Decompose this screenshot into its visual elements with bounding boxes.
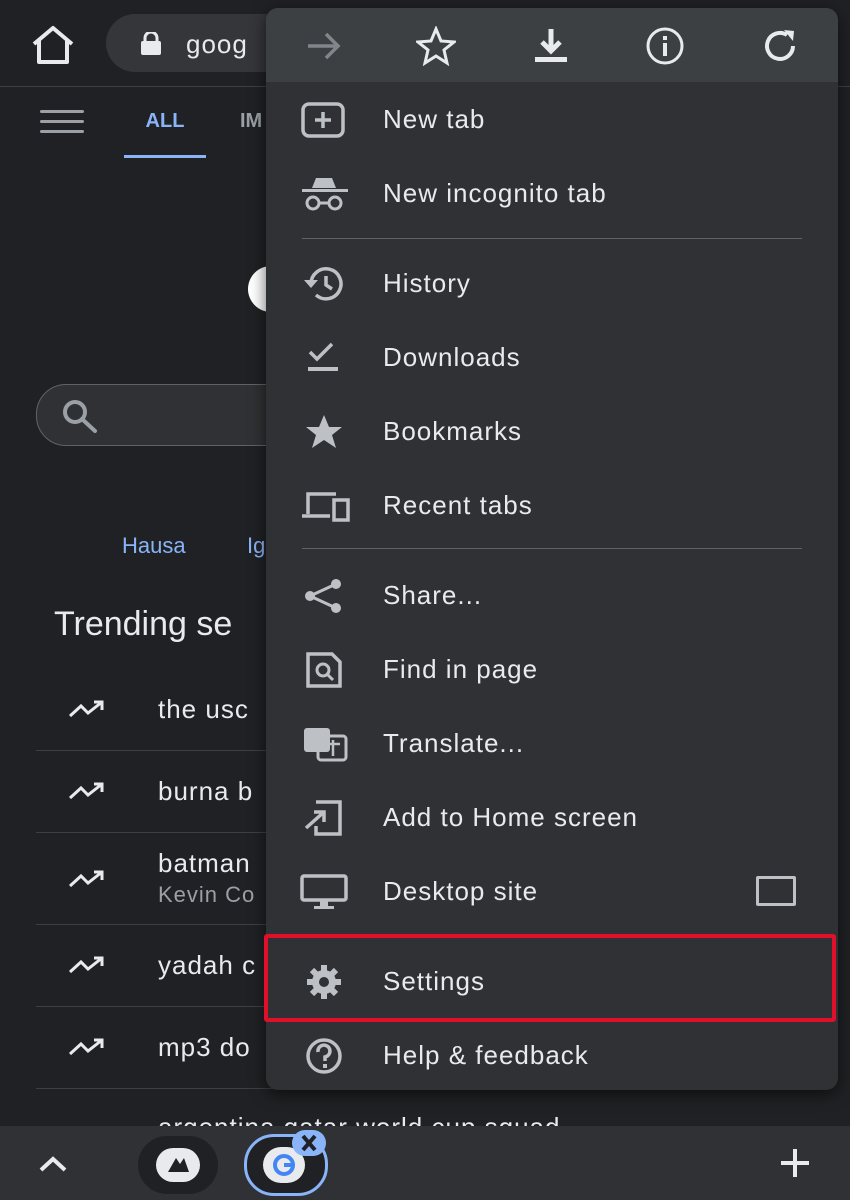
tab-thumbnail[interactable] bbox=[138, 1136, 218, 1194]
refresh-icon[interactable] bbox=[760, 26, 800, 66]
language-link-hausa[interactable]: Hausa bbox=[122, 533, 186, 559]
menu-item-desktop-site[interactable]: Desktop site bbox=[266, 854, 838, 928]
new-tab-icon bbox=[301, 102, 345, 138]
trend-subtext: Kevin Co bbox=[158, 882, 256, 907]
new-tab-plus-icon[interactable] bbox=[778, 1146, 812, 1180]
desktop-icon bbox=[300, 874, 348, 909]
hamburger-menu-icon[interactable] bbox=[40, 110, 84, 136]
translate-icon bbox=[304, 728, 348, 762]
menu-item-history[interactable]: History bbox=[266, 246, 838, 320]
lock-icon bbox=[138, 30, 164, 55]
devices-icon bbox=[302, 492, 350, 522]
bookmark-star-icon[interactable] bbox=[414, 25, 458, 67]
menu-item-label: New incognito tab bbox=[383, 178, 607, 208]
menu-item-label: New tab bbox=[383, 104, 486, 134]
url-text: goog bbox=[186, 29, 248, 59]
find-in-page-icon bbox=[306, 652, 342, 688]
forward-icon[interactable] bbox=[304, 26, 344, 66]
trending-title: Trending se bbox=[54, 605, 233, 643]
settings-highlight-box bbox=[264, 934, 836, 1022]
menu-item-add-to-home-screen[interactable]: Add to Home screen bbox=[266, 780, 838, 854]
downloads-icon bbox=[308, 342, 338, 371]
search-icon bbox=[63, 400, 97, 433]
trending-icon bbox=[68, 700, 104, 718]
menu-item-new-tab[interactable]: New tab bbox=[266, 82, 838, 156]
trending-icon bbox=[68, 870, 104, 888]
help-icon bbox=[306, 1038, 342, 1074]
tab-all-indicator bbox=[124, 155, 206, 158]
trending-icon bbox=[68, 1038, 104, 1056]
menu-item-label: Add to Home screen bbox=[383, 802, 639, 832]
menu-item-label: Downloads bbox=[383, 342, 521, 372]
star-icon bbox=[306, 415, 342, 448]
menu-item-recent-tabs[interactable]: Recent tabs bbox=[266, 468, 838, 542]
menu-item-label: Help & feedback bbox=[383, 1040, 589, 1070]
menu-item-label: Bookmarks bbox=[383, 416, 523, 446]
incognito-icon bbox=[302, 178, 348, 211]
download-icon[interactable] bbox=[531, 26, 571, 66]
trending-icon bbox=[68, 956, 104, 974]
menu-item-label: Find in page bbox=[383, 654, 539, 684]
add-to-home-icon bbox=[304, 800, 342, 836]
menu-item-share[interactable]: Share... bbox=[266, 558, 838, 632]
menu-item-find-in-page[interactable]: Find in page bbox=[266, 632, 838, 706]
menu-item-translate[interactable]: Translate... bbox=[266, 706, 838, 780]
home-icon[interactable] bbox=[28, 24, 78, 68]
trend-text: the usc bbox=[158, 694, 249, 724]
trend-text: burna b bbox=[158, 776, 254, 806]
menu-item-label: Share... bbox=[383, 580, 483, 610]
tab-all[interactable]: ALL bbox=[124, 110, 206, 133]
menu-item-label: Desktop site bbox=[383, 876, 539, 906]
language-link-igbo[interactable]: Ig bbox=[247, 533, 265, 559]
menu-divider bbox=[302, 238, 802, 239]
menu-item-new-incognito-tab[interactable]: New incognito tab bbox=[266, 156, 838, 230]
trending-icon bbox=[68, 782, 104, 800]
menu-item-bookmarks[interactable]: Bookmarks bbox=[266, 394, 838, 468]
trend-text: batman bbox=[158, 848, 251, 878]
tab-images[interactable]: IM bbox=[240, 110, 262, 133]
menu-item-label: Recent tabs bbox=[383, 490, 533, 520]
site-icon bbox=[156, 1148, 200, 1182]
info-icon[interactable] bbox=[645, 26, 685, 66]
menu-item-label: History bbox=[383, 268, 471, 298]
trend-text: mp3 do bbox=[158, 1032, 251, 1062]
history-icon bbox=[304, 267, 343, 301]
menu-item-label: Translate... bbox=[383, 728, 525, 758]
overflow-menu: New tab New incognito tab History Downlo… bbox=[266, 8, 838, 1090]
menu-divider bbox=[302, 548, 802, 549]
bottom-tab-strip bbox=[0, 1126, 850, 1200]
share-icon bbox=[305, 579, 341, 613]
trend-text: yadah c bbox=[158, 950, 257, 980]
close-tab-icon[interactable] bbox=[292, 1130, 326, 1156]
menu-item-help-feedback[interactable]: Help & feedback bbox=[266, 1018, 838, 1092]
chevron-up-icon[interactable] bbox=[38, 1154, 68, 1174]
desktop-site-checkbox[interactable] bbox=[756, 876, 796, 906]
menu-toolbar bbox=[266, 8, 838, 82]
menu-item-downloads[interactable]: Downloads bbox=[266, 320, 838, 394]
